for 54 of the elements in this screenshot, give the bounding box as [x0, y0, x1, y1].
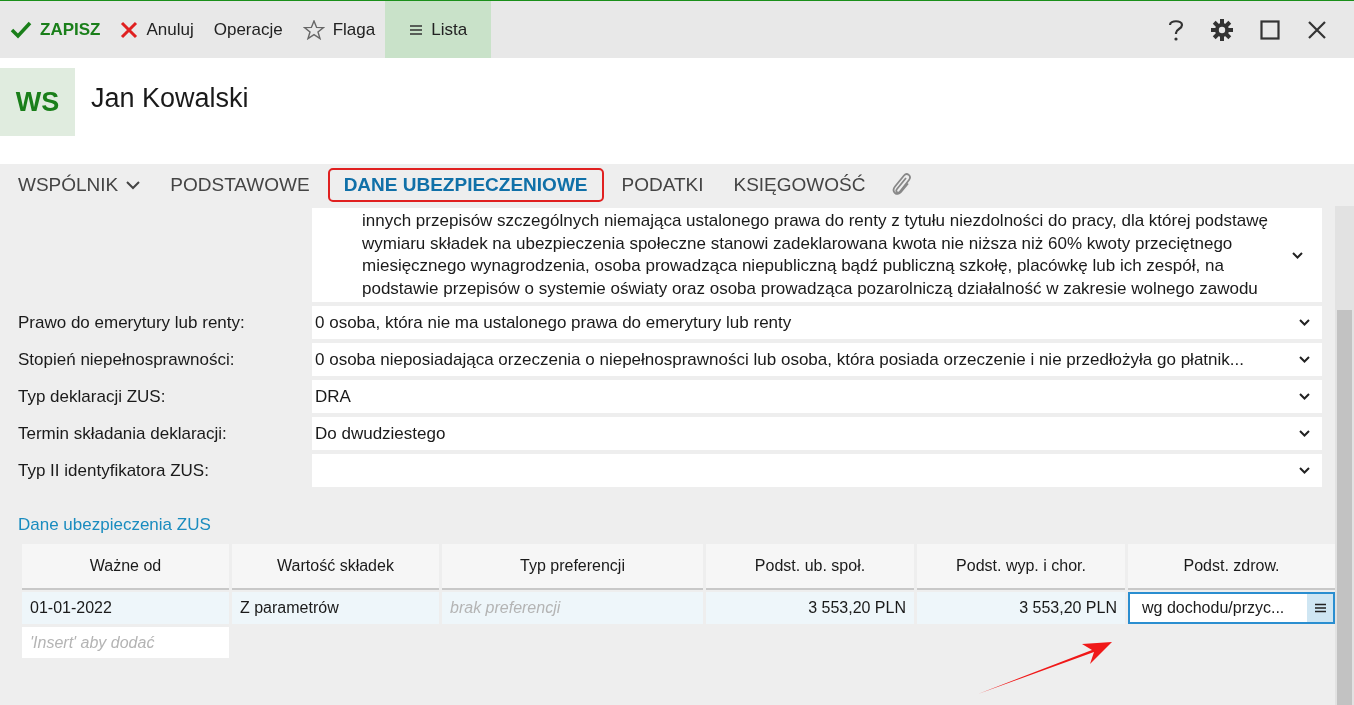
- scrollbar-thumb[interactable]: [1337, 310, 1352, 705]
- cell-dropdown[interactable]: wg dochodu/przyc...: [1128, 592, 1335, 624]
- dropdown-field[interactable]: DRA: [312, 380, 1322, 413]
- help-icon[interactable]: [1168, 18, 1184, 41]
- column-header[interactable]: Podst. wyp. i chor.: [917, 544, 1125, 590]
- chevron-down-icon: [1299, 467, 1310, 474]
- section-title: Dane ubezpieczenia ZUS: [18, 515, 212, 535]
- dropdown-field[interactable]: Do dwudziestego: [312, 417, 1322, 450]
- table-cell: 3 553,20 PLN: [706, 592, 914, 624]
- column-header[interactable]: Ważne od: [22, 544, 229, 590]
- field-label: Prawo do emerytury lub renty:: [17, 312, 246, 333]
- field-label: Stopień niepełnosprawności:: [17, 349, 236, 370]
- chevron-down-icon: [1299, 319, 1310, 326]
- table-cell: 01-01-2022: [22, 592, 229, 624]
- toolbar-button[interactable]: Lista: [385, 1, 492, 58]
- menu-icon: [409, 23, 424, 36]
- column-header[interactable]: Typ preferencji: [442, 544, 703, 590]
- tab[interactable]: PODATKI: [609, 168, 716, 202]
- chevron-down-icon: [1299, 430, 1310, 437]
- dropdown-field[interactable]: 0 osoba nieposiadająca orzeczenia o niepełnosprawności lub osoba, która posiada orzeczenie i nie przedłożyła go płatnik...: [312, 343, 1322, 376]
- tab[interactable]: PODSTAWOWE: [158, 168, 322, 202]
- toolbar-button[interactable]: Flaga: [292, 1, 386, 58]
- toolbar-button[interactable]: Operacje: [203, 1, 293, 58]
- dropdown-field[interactable]: [312, 454, 1322, 487]
- checkmark-icon: [10, 20, 32, 39]
- chevron-down-icon: [1299, 356, 1310, 363]
- paperclip-icon[interactable]: [891, 172, 914, 198]
- toolbar-button[interactable]: ZAPISZ: [0, 1, 111, 58]
- column-header[interactable]: Wartość składek: [232, 544, 439, 590]
- chevron-down-icon: [1292, 251, 1303, 259]
- field-label: Termin składania deklaracji:: [17, 423, 228, 444]
- close-icon[interactable]: [1307, 19, 1327, 40]
- dropdown-field[interactable]: 0 osoba, która nie ma ustalonego prawa do emerytury lub renty: [312, 306, 1322, 339]
- chevron-down-icon: [1299, 393, 1310, 400]
- dropdown-field[interactable]: innych przepisów szczególnych niemająca ustalonego prawa do renty z tytułu niezdolności do pracy, dla której podstawę wymiaru składek na ubezpieczenia społeczne stanowi zadeklarowana kwota nie niższa niż 60% kwoty przeciętnego miesięcznego wynagrodzenia, osoba prowadząca niepubliczną bądź publiczną szkołę, placówkę lub ich zespół, na podstawie przepisów o systemie oświaty oraz osoba prowadząca pozarolniczą działalność w zakresie wolnego zawodu: [312, 208, 1322, 302]
- table-cell: brak preferencji: [442, 592, 703, 624]
- settings-icon[interactable]: [1211, 18, 1233, 41]
- field-label: Typ deklaracji ZUS:: [17, 386, 167, 407]
- menu-icon: [1314, 603, 1326, 613]
- record-title: Jan Kowalski: [91, 83, 249, 114]
- close-icon: [120, 20, 139, 39]
- avatar: WS: [0, 68, 75, 136]
- star-icon: [302, 19, 325, 40]
- column-header[interactable]: Podst. zdrow.: [1128, 544, 1335, 590]
- tab[interactable]: WSPÓLNIK: [6, 168, 153, 202]
- table-cell: Z parametrów: [232, 592, 439, 624]
- chevron-down-icon: [126, 180, 141, 190]
- table-cell: 3 553,20 PLN: [917, 592, 1125, 624]
- tab[interactable]: DANE UBEZPIECZENIOWE: [327, 168, 604, 202]
- field-label: Typ II identyfikatora ZUS:: [17, 460, 210, 481]
- tab[interactable]: KSIĘGOWOŚĆ: [721, 168, 878, 202]
- toolbar-button[interactable]: Anuluj: [110, 1, 204, 58]
- maximize-icon[interactable]: [1260, 19, 1280, 40]
- column-header[interactable]: Podst. ub. społ.: [706, 544, 914, 590]
